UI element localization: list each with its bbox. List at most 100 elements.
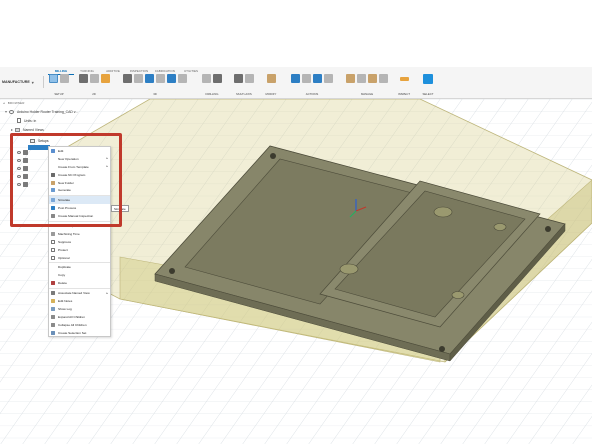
menu-item-create-manual-inspection[interactable]: Create Manual Inspection	[49, 212, 110, 220]
menu-item-machining-time[interactable]: Machining Time	[49, 230, 110, 238]
actions-group[interactable]: ACTIONS	[286, 74, 338, 98]
drilling-group[interactable]: DRILLING	[198, 74, 226, 98]
menu-item-duplicate[interactable]: Duplicate	[49, 263, 110, 271]
tree-row[interactable]	[17, 164, 47, 172]
blank-icon	[51, 273, 55, 277]
menu-item-protect[interactable]: Protect	[49, 246, 110, 254]
checkbox-icon	[51, 255, 55, 260]
manage-group-label: MANAGE	[360, 92, 374, 96]
collapse-icon[interactable]: ◂	[3, 101, 5, 105]
setup-group[interactable]: SETUP	[46, 74, 72, 98]
menu-item-edit-notes[interactable]: Edit Notes	[49, 297, 110, 305]
blank-icon	[51, 165, 55, 169]
new-setup-icon	[60, 74, 69, 83]
delete-icon	[51, 281, 55, 286]
toolbar: MANUFACTURE ▾ MILLING TURNING ADDITIVE I…	[0, 67, 592, 99]
select-group[interactable]: SELECT	[418, 74, 438, 98]
browser-row-document[interactable]: ▾ Arduino Holder Router Training_CAD v..…	[0, 107, 140, 116]
menu-item-generate[interactable]: Generate	[49, 186, 110, 194]
menu-item-new-operation[interactable]: New Operation ▸	[49, 155, 110, 163]
folder-icon	[15, 127, 20, 132]
menu-item-simulate[interactable]: Simulate	[49, 196, 110, 205]
operation-icon	[23, 149, 28, 155]
checkbox-icon	[51, 239, 55, 244]
menu-item-label: Simulate	[58, 198, 71, 203]
browser-row-units[interactable]: Units: in	[0, 116, 140, 125]
eye-icon	[9, 109, 14, 114]
inspection-icon	[51, 214, 55, 219]
operation-icon	[23, 157, 28, 163]
clock-icon	[51, 231, 55, 236]
blank-icon	[51, 224, 55, 228]
collapse-icon	[51, 322, 55, 327]
checkbox-icon	[51, 247, 55, 252]
menu-item-label: Edit Notes	[58, 298, 73, 303]
inspect-group-label: INSPECT	[397, 92, 411, 96]
tree-row[interactable]	[17, 172, 47, 180]
multi-axis-group[interactable]: MULTI-AXIS	[230, 74, 258, 98]
menu-item-create-from-template[interactable]: Create From Template ▸	[49, 163, 110, 171]
browser-row-named-views[interactable]: ▸ Named Views	[0, 125, 140, 134]
workspace-label: MANUFACTURE	[2, 80, 30, 84]
drill-icon	[202, 74, 211, 83]
template-library-icon	[357, 74, 366, 83]
tree-row[interactable]	[17, 180, 47, 188]
selection-set-icon	[51, 330, 55, 335]
machine-library-icon	[379, 74, 388, 83]
tree-row[interactable]	[17, 156, 47, 164]
setups-label: Setups	[38, 138, 49, 143]
menu-item-edit[interactable]: Edit	[49, 147, 110, 155]
menu-item-label: Copy	[58, 273, 66, 278]
3d-group[interactable]: 3D	[116, 74, 194, 98]
browser-row-label: Units: in	[24, 118, 37, 123]
menu-item-new-folder[interactable]: New Folder	[49, 179, 110, 187]
2d-contour-icon	[100, 74, 110, 83]
2d-group[interactable]: 2D	[76, 74, 112, 98]
menu-item-label: Create Selection Set	[58, 330, 87, 335]
menu-item-expand-all-children[interactable]: Expand All Children	[49, 313, 110, 321]
tree-row[interactable]	[17, 148, 47, 156]
modify-icon	[266, 74, 276, 83]
expand-icon	[51, 314, 55, 319]
eye-icon	[17, 158, 21, 162]
post-library-icon	[368, 74, 377, 83]
menu-item-post-process[interactable]: Post Process	[49, 204, 110, 212]
inspect-group[interactable]: INSPECT	[394, 74, 414, 98]
chevron-down-icon: ▾	[31, 79, 34, 85]
browser-header: ◂ BROWSER	[0, 99, 140, 107]
context-menu: Edit New Operation ▸ Create From Template ▸ C…	[48, 146, 111, 338]
setups-icon	[30, 138, 35, 143]
menu-item-optional[interactable]: Optional	[49, 254, 110, 262]
menu-item-label: Create From Template	[58, 164, 89, 169]
manage-group[interactable]: MANAGE	[344, 74, 390, 98]
menu-item-create-nc-program[interactable]: Create NC Program	[49, 171, 110, 179]
2d-adaptive-icon	[78, 74, 88, 83]
menu-item-show-log[interactable]: Show Log	[49, 305, 110, 313]
3d-scallop-icon	[167, 74, 176, 83]
menu-item-label: Duplicate	[58, 265, 71, 270]
menu-item-label: Post Process	[58, 206, 77, 211]
browser-row-label: Arduino Holder Router Training_CAD v...	[17, 109, 78, 114]
menu-item-label: Create NC Program	[58, 172, 86, 177]
blank-icon	[51, 265, 55, 269]
menu-item-label: Machining Time	[58, 231, 80, 236]
menu-item-collapse-all-children[interactable]: Collapse All Children	[49, 321, 110, 329]
eye-icon	[17, 150, 21, 154]
menu-item-clear-toolpath[interactable]: Clear Toolpath	[49, 222, 110, 230]
eye-icon	[17, 182, 21, 186]
chevron-right-icon: ▸	[106, 156, 108, 161]
menu-item-associate-named-view[interactable]: Associate Named View ▸	[49, 289, 110, 297]
workspace-switcher[interactable]: MANUFACTURE ▾	[2, 76, 44, 88]
menu-item-copy[interactable]: Copy	[49, 271, 110, 279]
browser-row-setups[interactable]: Setups	[30, 137, 49, 144]
3d-parallel-icon	[156, 74, 165, 83]
blank-icon	[51, 157, 55, 161]
generate-icon	[51, 188, 55, 193]
menu-item-delete[interactable]: Delete	[49, 279, 110, 287]
operation-tree	[17, 148, 47, 188]
3d-pocket-icon	[134, 74, 143, 83]
menu-item-suppress[interactable]: Suppress	[49, 238, 110, 246]
menu-item-create-selection-set[interactable]: Create Selection Set	[49, 329, 110, 337]
operation-icon	[23, 173, 28, 179]
modify-group[interactable]: MODIFY	[261, 74, 281, 98]
